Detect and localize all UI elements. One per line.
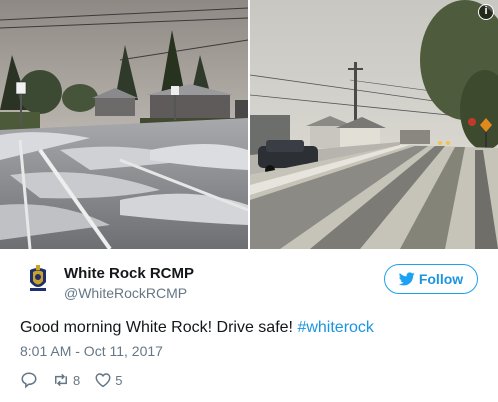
follow-label: Follow [418, 271, 464, 287]
hail-street-photo-left[interactable] [0, 0, 248, 249]
tweet-body: Good morning White Rock! Drive safe! [20, 319, 298, 336]
reply-icon [21, 372, 37, 389]
tweet-header: White Rock RCMP @WhiteRockRCMP Follow [20, 262, 478, 306]
hail-intersection-image [0, 0, 248, 249]
rcmp-badge-logo [20, 262, 56, 298]
tweet-timestamp[interactable]: 8:01 AM - Oct 11, 2017 [20, 343, 163, 359]
follow-button[interactable]: Follow [384, 264, 478, 294]
hail-road-image [250, 0, 498, 249]
info-icon[interactable]: i [478, 4, 494, 20]
retweet-action[interactable]: 8 [52, 371, 80, 389]
like-action[interactable]: 5 [94, 371, 122, 389]
avatar[interactable] [20, 262, 56, 298]
hail-street-photo-right[interactable]: i [250, 0, 498, 249]
tweet-actions: 8 5 [20, 370, 136, 390]
twitter-bird-icon [398, 272, 415, 286]
heart-icon [95, 373, 111, 388]
reply-action[interactable] [20, 371, 38, 389]
media-grid: i [0, 0, 498, 249]
retweet-icon [55, 373, 67, 387]
display-name[interactable]: White Rock RCMP [64, 265, 194, 283]
tweet-text: Good morning White Rock! Drive safe! #wh… [20, 318, 374, 338]
author-names: White Rock RCMP @WhiteRockRCMP [64, 265, 194, 302]
hashtag-link[interactable]: #whiterock [297, 319, 373, 336]
retweet-count: 8 [73, 372, 81, 388]
like-count: 5 [115, 372, 123, 388]
user-handle[interactable]: @WhiteRockRCMP [64, 284, 194, 302]
